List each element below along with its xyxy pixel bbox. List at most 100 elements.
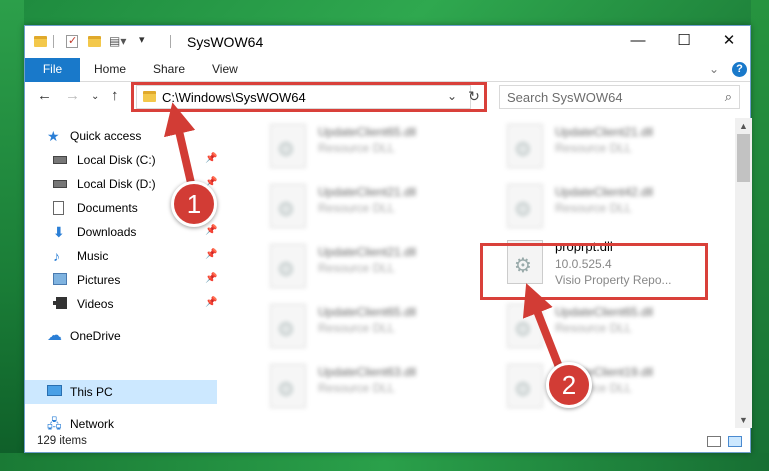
scroll-down-icon[interactable]: ▼ xyxy=(739,415,748,425)
tab-home[interactable]: Home xyxy=(94,58,126,82)
sidebar-item-onedrive[interactable]: ☁ OneDrive xyxy=(25,324,217,348)
file-type: Resource DLL xyxy=(318,261,395,275)
sidebar-item-label: Music xyxy=(77,249,109,263)
file-name: UpdateClient65.dll xyxy=(318,125,417,139)
sidebar-item-label: Pictures xyxy=(77,273,121,287)
sidebar-item-label: OneDrive xyxy=(70,329,121,343)
pin-icon: 📌 xyxy=(205,297,218,308)
details-view-icon[interactable] xyxy=(707,436,721,447)
pictures-icon xyxy=(53,273,69,287)
file-name: UpdateClient21.dll xyxy=(318,185,417,199)
file-name: UpdateClient42.dll xyxy=(555,185,654,199)
properties-icon[interactable] xyxy=(66,34,78,48)
documents-icon xyxy=(53,201,69,215)
sidebar-item-label: Network xyxy=(70,417,115,431)
file-tile[interactable]: UpdateClient21.dll Resource DLL xyxy=(250,240,480,292)
sidebar-item-local-disk-c[interactable]: Local Disk (C:) 📌 xyxy=(25,148,217,172)
file-type: Resource DLL xyxy=(318,141,395,155)
videos-icon xyxy=(53,297,69,311)
file-type: Resource DLL xyxy=(555,141,632,155)
tab-view[interactable]: View xyxy=(212,58,238,82)
pin-icon: 📌 xyxy=(205,249,218,260)
dll-file-icon xyxy=(270,304,306,348)
file-tile[interactable]: UpdateClient19.dll Resource DLL xyxy=(487,360,717,412)
recent-locations-icon[interactable]: ⌄ xyxy=(91,91,99,102)
file-tile[interactable]: UpdateClient21.dll Resource DLL xyxy=(250,180,480,232)
file-name: UpdateClient21.dll xyxy=(318,245,417,259)
forward-arrow-icon[interactable]: → xyxy=(65,87,80,104)
item-count: 129 items xyxy=(37,435,87,447)
tab-file[interactable]: File xyxy=(25,58,80,82)
folder-icon xyxy=(34,36,47,47)
file-name: UpdateClient21.dll xyxy=(555,125,654,139)
annotation-highlight-file xyxy=(480,243,708,300)
search-box[interactable]: Search SysWOW64 ⌕ xyxy=(499,85,740,109)
divider xyxy=(170,35,171,48)
dll-file-icon xyxy=(507,304,543,348)
file-name: UpdateClient63.dll xyxy=(318,365,417,379)
file-type: Resource DLL xyxy=(555,321,632,335)
divider xyxy=(53,35,54,48)
file-tile[interactable]: UpdateClient65.dll Resource DLL xyxy=(250,300,480,352)
computer-icon xyxy=(47,385,63,399)
dll-file-icon xyxy=(270,364,306,408)
cloud-icon: ☁ xyxy=(47,327,62,344)
minimize-button[interactable]: — xyxy=(615,26,661,57)
music-icon: ♪ xyxy=(53,248,60,264)
file-tile[interactable]: UpdateClient65.dll Resource DLL xyxy=(250,120,480,172)
large-icons-view-icon[interactable] xyxy=(728,436,742,447)
desktop-background-left xyxy=(0,0,24,471)
sidebar-item-pictures[interactable]: Pictures 📌 xyxy=(25,268,217,292)
vertical-scrollbar[interactable]: ▲ ▼ xyxy=(735,118,752,428)
pin-icon: 📌 xyxy=(205,153,218,164)
new-folder-icon[interactable] xyxy=(88,36,101,47)
tab-share[interactable]: Share xyxy=(153,58,185,82)
file-type: Resource DLL xyxy=(318,321,395,335)
drive-icon xyxy=(53,153,69,167)
dll-file-icon xyxy=(507,364,543,408)
scroll-up-icon[interactable]: ▲ xyxy=(739,121,748,131)
dll-file-icon xyxy=(507,124,543,168)
file-name: UpdateClient65.dll xyxy=(555,305,654,319)
sidebar-item-label: Documents xyxy=(77,201,138,215)
file-name: UpdateClient65.dll xyxy=(318,305,417,319)
sidebar-item-label: Videos xyxy=(77,297,114,311)
step-1-badge: 1 xyxy=(171,181,217,227)
scrollbar-thumb[interactable] xyxy=(737,134,750,182)
file-tile[interactable]: UpdateClient42.dll Resource DLL xyxy=(487,180,717,232)
sidebar-item-music[interactable]: ♪ Music 📌 xyxy=(25,244,217,268)
navigation-pane: ★ Quick access Local Disk (C:) 📌 Local D… xyxy=(25,118,218,431)
file-tile[interactable]: UpdateClient63.dll Resource DLL xyxy=(250,360,480,412)
sidebar-item-label: Downloads xyxy=(77,225,137,239)
file-tile[interactable]: UpdateClient21.dll Resource DLL xyxy=(487,120,717,172)
file-tile[interactable]: UpdateClient65.dll Resource DLL xyxy=(487,300,717,352)
drive-icon xyxy=(53,177,69,191)
expand-ribbon-icon[interactable]: ⌄ xyxy=(709,62,719,76)
close-button[interactable]: ✕ xyxy=(706,26,752,57)
title-bar: ▤▾ ▾ SysWOW64 — ☐ ✕ xyxy=(25,26,750,58)
dll-file-icon xyxy=(270,124,306,168)
maximize-button[interactable]: ☐ xyxy=(661,26,707,57)
customize-toolbar-icon[interactable]: ▤▾ xyxy=(109,34,126,50)
search-placeholder: Search SysWOW64 xyxy=(507,90,623,105)
file-type: Resource DLL xyxy=(318,201,395,215)
file-type: Resource DLL xyxy=(555,201,632,215)
dll-file-icon xyxy=(270,244,306,288)
back-arrow-icon[interactable]: ← xyxy=(37,87,52,104)
sidebar-item-label: Local Disk (C:) xyxy=(77,153,156,167)
step-2-badge: 2 xyxy=(546,362,592,408)
desktop-background-bottom xyxy=(0,453,769,471)
star-icon: ★ xyxy=(47,128,60,144)
help-icon[interactable]: ? xyxy=(732,62,747,77)
sidebar-item-label: Local Disk (D:) xyxy=(77,177,156,191)
sidebar-item-videos[interactable]: Videos 📌 xyxy=(25,292,217,316)
window-title: SysWOW64 xyxy=(187,34,264,50)
up-arrow-icon[interactable]: ↑ xyxy=(111,87,119,104)
sidebar-item-this-pc[interactable]: This PC xyxy=(25,380,217,404)
pin-icon: 📌 xyxy=(205,225,218,236)
quick-access-dropdown-icon[interactable]: ▾ xyxy=(139,33,145,49)
status-bar: 129 items xyxy=(25,431,750,453)
sidebar-item-quick-access[interactable]: ★ Quick access xyxy=(25,124,217,148)
dll-file-icon xyxy=(507,184,543,228)
search-icon[interactable]: ⌕ xyxy=(725,89,732,105)
